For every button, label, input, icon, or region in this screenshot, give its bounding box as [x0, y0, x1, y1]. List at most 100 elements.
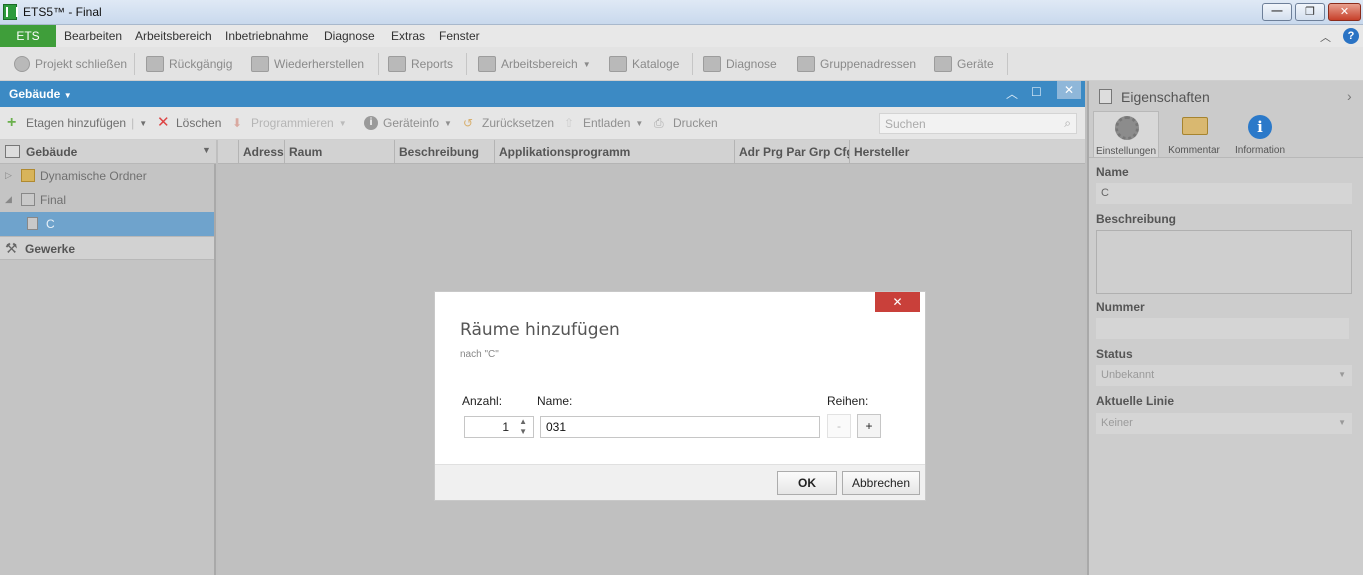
restore-button[interactable]: ❐ — [1295, 3, 1325, 21]
add-floors-button[interactable]: + Etagen hinzufügen | ▼ — [7, 115, 147, 131]
dropdown-arrow-icon[interactable]: ▼ — [139, 119, 147, 128]
folder-icon — [21, 169, 35, 182]
main-toolbar: Projekt schließen Rückgängig Wiederherst… — [0, 47, 1363, 81]
tree-header[interactable]: Gebäude ▼ — [0, 140, 216, 164]
tree-item-label: C — [46, 217, 55, 231]
ets-menu-button[interactable]: ETS — [0, 25, 56, 47]
trades-label: Gewerke — [25, 242, 76, 256]
workspace-button[interactable]: Arbeitsbereich ▼ — [478, 56, 591, 72]
toolbar-separator — [378, 53, 379, 75]
cancel-button[interactable]: Abbrechen — [842, 471, 920, 495]
chevron-down-icon[interactable]: ▼ — [202, 145, 211, 155]
delete-button[interactable]: ✕ Löschen — [157, 115, 222, 130]
tree-item-final[interactable]: ◢ Final — [0, 188, 214, 212]
diagnostics-button[interactable]: Diagnose — [703, 56, 777, 72]
minimize-button[interactable]: — — [1262, 3, 1292, 21]
expand-arrow-icon[interactable]: ▷ — [5, 170, 12, 181]
group-addresses-icon — [797, 56, 815, 72]
menu-bar: ETS Bearbeiten Arbeitsbereich Inbetriebn… — [0, 25, 1363, 47]
close-project-button[interactable]: Projekt schließen — [14, 56, 127, 72]
count-stepper[interactable]: 1 ▲ ▼ — [464, 416, 534, 438]
increment-icon[interactable]: ▲ — [519, 417, 527, 426]
diagnostics-label: Diagnose — [726, 57, 777, 71]
tree-item-dynamic-folders[interactable]: ▷ Dynamische Ordner — [0, 164, 214, 188]
add-row-button[interactable]: + — [857, 414, 881, 438]
devices-icon — [934, 56, 952, 72]
program-button[interactable]: ⬇ Programmieren ▼ — [232, 116, 347, 130]
panel-collapse-icon[interactable]: ︿ — [1006, 85, 1018, 102]
trades-section[interactable]: ⚒ Gewerke — [0, 236, 214, 260]
group-addresses-button[interactable]: Gruppenadressen — [797, 56, 916, 72]
close-window-button[interactable]: ✕ — [1328, 3, 1361, 21]
tree-item-label: Dynamische Ordner — [40, 169, 147, 183]
current-line-select[interactable]: Keiner ▼ — [1096, 413, 1352, 434]
number-field[interactable] — [1096, 318, 1349, 339]
program-label: Programmieren — [251, 116, 334, 130]
close-icon: ✕ — [1339, 6, 1350, 18]
tab-information[interactable]: i Information — [1227, 111, 1293, 157]
tree-item-c[interactable]: C — [0, 212, 214, 236]
workspace-icon — [478, 56, 496, 72]
collapse-arrow-icon[interactable]: ◢ — [5, 194, 12, 205]
print-button[interactable]: ⎙ Drucken — [654, 116, 718, 130]
building-tree: Gebäude ▼ ▷ Dynamische Ordner ◢ Final C … — [0, 140, 216, 575]
status-label: Status — [1096, 347, 1133, 361]
tab-settings[interactable]: Einstellungen — [1093, 111, 1159, 157]
devices-button[interactable]: Geräte — [934, 56, 994, 72]
reports-label: Reports — [411, 57, 454, 71]
ok-button[interactable]: OK — [777, 471, 837, 495]
column-header[interactable]: Raum — [284, 140, 394, 164]
tools-icon: ⚒ — [5, 240, 18, 256]
room-name-input[interactable] — [540, 416, 820, 438]
search-input[interactable]: Suchen ⌕ — [879, 113, 1077, 134]
name-label: Name — [1096, 165, 1129, 179]
dropdown-arrow-icon[interactable]: ▼ — [339, 119, 347, 128]
name-field[interactable]: C — [1096, 183, 1352, 204]
column-header[interactable]: Beschreibung — [394, 140, 494, 164]
menu-fenster[interactable]: Fenster — [439, 29, 480, 43]
redo-label: Wiederherstellen — [274, 57, 365, 71]
redo-button[interactable]: Wiederherstellen — [251, 56, 364, 72]
remove-row-button[interactable]: - — [827, 414, 851, 438]
column-header[interactable]: Hersteller — [849, 140, 1085, 164]
dialog-close-button[interactable]: ✕ — [875, 292, 920, 312]
panel-close-button[interactable]: ✕ — [1057, 81, 1081, 99]
panel-maximize-icon[interactable]: ☐ — [1031, 85, 1042, 99]
delete-label: Löschen — [176, 116, 222, 130]
help-icon[interactable]: ? — [1343, 28, 1359, 44]
menu-diagnose[interactable]: Diagnose — [324, 29, 375, 43]
building-panel-title[interactable]: Gebäude ▼ — [9, 87, 72, 101]
description-field[interactable] — [1096, 230, 1352, 294]
menu-bearbeiten[interactable]: Bearbeiten — [64, 29, 122, 43]
chevron-right-icon[interactable]: › — [1347, 88, 1352, 104]
toolbar-separator — [134, 53, 135, 75]
tab-comment[interactable]: Kommentar — [1161, 111, 1227, 157]
name-label: Name: — [537, 394, 573, 408]
column-header[interactable]: Adresse — [238, 140, 284, 164]
search-placeholder: Suchen — [885, 117, 926, 131]
undo-button[interactable]: Rückgängig — [146, 56, 232, 72]
column-header[interactable]: Adr Prg Par Grp Cfg — [734, 140, 849, 164]
reset-button[interactable]: ↺ Zurücksetzen — [463, 116, 554, 130]
catalogs-button[interactable]: Kataloge — [609, 56, 679, 72]
unload-button[interactable]: ⇧ Entladen ▼ — [564, 116, 643, 130]
column-header[interactable]: Applikationsprogramm — [494, 140, 734, 164]
status-select[interactable]: Unbekannt ▼ — [1096, 365, 1352, 386]
add-rooms-dialog: ✕ Räume hinzufügen nach "C" Anzahl: Name… — [435, 292, 925, 500]
close-project-icon — [14, 56, 30, 72]
menu-inbetriebnahme[interactable]: Inbetriebnahme — [225, 29, 308, 43]
menu-extras[interactable]: Extras — [391, 29, 425, 43]
close-project-label: Projekt schließen — [35, 57, 128, 71]
number-label: Nummer — [1096, 300, 1145, 314]
device-info-button[interactable]: i Geräteinfo ▼ — [364, 116, 452, 130]
collapse-ribbon-icon[interactable]: ︿ — [1320, 29, 1331, 45]
decrement-icon[interactable]: ▼ — [519, 427, 527, 436]
chevron-down-icon: ▼ — [63, 91, 72, 100]
tree-header-label: Gebäude — [26, 145, 78, 159]
reports-button[interactable]: Reports — [388, 56, 453, 72]
print-label: Drucken — [673, 116, 718, 130]
properties-panel: Eigenschaften › Einstellungen Kommentar … — [1087, 81, 1363, 575]
menu-arbeitsbereich[interactable]: Arbeitsbereich — [135, 29, 212, 43]
printer-icon — [388, 56, 406, 72]
dialog-title: Räume hinzufügen — [460, 320, 620, 340]
